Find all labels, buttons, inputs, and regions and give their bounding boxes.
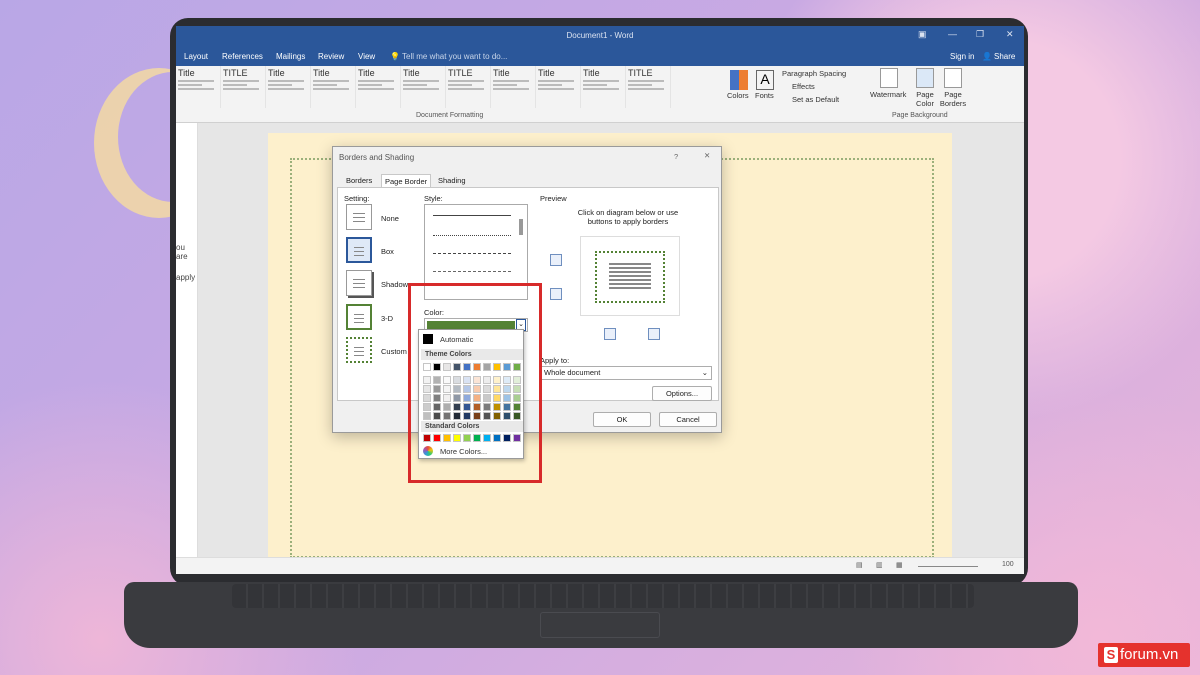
left-border-icon[interactable] [604, 328, 616, 340]
preview-diagram[interactable] [580, 236, 680, 316]
group-page-background: Page Background [892, 112, 948, 119]
help-icon[interactable]: ? [674, 152, 678, 161]
setting-3d[interactable]: 3-D [381, 314, 393, 323]
apply-to-select[interactable]: Whole document ⌄ [540, 366, 712, 380]
highlight-box [408, 283, 542, 483]
minimize-icon[interactable]: — [948, 29, 957, 39]
style-label: Style: [424, 194, 443, 203]
lightbulb-icon: 💡 [390, 52, 400, 61]
setting-none-thumb[interactable] [346, 204, 372, 230]
preview-label: Preview [540, 194, 567, 203]
dialog-title: Borders and Shading [339, 153, 415, 162]
preview-hint: Click on diagram below or use buttons to… [577, 208, 679, 226]
fonts-icon[interactable]: A [756, 70, 774, 90]
setting-custom-thumb[interactable] [346, 337, 372, 363]
style-item[interactable]: Title [536, 66, 581, 108]
style-item[interactable]: Title [311, 66, 356, 108]
colors-button[interactable]: Colors [727, 91, 749, 100]
top-border-icon[interactable] [550, 254, 562, 266]
apply-to-label: Apply to: [540, 356, 570, 365]
style-item[interactable]: TITLE [626, 66, 671, 108]
read-mode-icon[interactable]: ▤ [856, 561, 863, 569]
style-item[interactable]: Title [176, 66, 221, 108]
zoom-level: 100 [1002, 561, 1014, 568]
colors-icon[interactable] [730, 70, 748, 90]
style-item[interactable]: Title [266, 66, 311, 108]
paragraph-spacing-button[interactable]: Paragraph Spacing [782, 69, 846, 78]
dialog-close-icon[interactable]: ✕ [704, 151, 710, 160]
setting-custom[interactable]: Custom [381, 347, 407, 356]
page-color-button[interactable]: Page Color [910, 90, 940, 108]
setting-shadow-thumb[interactable] [346, 270, 372, 296]
style-scrollbar[interactable] [519, 219, 523, 235]
setting-label: Setting: [344, 194, 370, 203]
setting-3d-thumb[interactable] [346, 304, 372, 330]
close-icon[interactable]: ✕ [1006, 29, 1014, 40]
tab-page-border[interactable]: Page Border [381, 174, 432, 188]
window-title: Document1 - Word [566, 31, 634, 40]
keyboard [232, 584, 974, 608]
signin-link[interactable]: Sign in [950, 52, 974, 61]
ribbon-tabs: Layout References Mailings Review View 💡… [176, 48, 1024, 66]
right-border-icon[interactable] [648, 328, 660, 340]
touchpad [540, 612, 660, 638]
user-icon: 👤 [982, 52, 992, 61]
tab-layout[interactable]: Layout [184, 52, 208, 61]
style-item[interactable]: Title [401, 66, 446, 108]
page-borders-icon[interactable] [944, 68, 962, 88]
tab-mailings[interactable]: Mailings [276, 52, 305, 61]
restore-icon[interactable]: ❐ [976, 29, 984, 40]
tab-view[interactable]: View [358, 52, 375, 61]
cancel-button[interactable]: Cancel [659, 412, 717, 427]
tab-review[interactable]: Review [318, 52, 344, 61]
fonts-button[interactable]: Fonts [755, 91, 774, 100]
style-item[interactable]: Title [356, 66, 401, 108]
style-item[interactable]: TITLE [446, 66, 491, 108]
ribbon-options-icon[interactable]: ▣ [918, 29, 927, 40]
share-button[interactable]: Share [994, 52, 1015, 61]
options-button[interactable]: Options... [652, 386, 712, 401]
bottom-border-icon[interactable] [550, 288, 562, 300]
page-color-icon[interactable] [916, 68, 934, 88]
style-item[interactable]: Title [581, 66, 626, 108]
page-borders-button[interactable]: Page Borders [938, 90, 968, 108]
tell-me-box[interactable]: Tell me what you want to do... [402, 52, 507, 61]
title-bar: Document1 - Word ▣ — ❐ ✕ [176, 26, 1024, 48]
status-bar: ▤ ▥ ▦ 100 [176, 557, 1024, 574]
group-doc-formatting: Document Formatting [416, 112, 484, 119]
tab-borders[interactable]: Borders [343, 174, 375, 188]
style-item[interactable]: TITLE [221, 66, 266, 108]
style-item[interactable]: Title [491, 66, 536, 108]
ribbon: Title TITLE Title Title Title Title TITL… [176, 66, 1024, 123]
watermark-icon[interactable] [880, 68, 898, 88]
ok-button[interactable]: OK [593, 412, 651, 427]
effects-button[interactable]: Effects [792, 82, 815, 91]
tab-shading[interactable]: Shading [435, 174, 469, 188]
watermark-button[interactable]: Watermark [870, 90, 906, 99]
navigation-pane: ou are apply [176, 123, 198, 563]
set-default-button[interactable]: Set as Default [792, 95, 839, 104]
web-layout-icon[interactable]: ▦ [896, 561, 903, 569]
setting-box-thumb[interactable] [346, 237, 372, 263]
sforum-logo: Sforum.vn [1098, 643, 1190, 667]
print-layout-icon[interactable]: ▥ [876, 561, 883, 569]
style-gallery: Title TITLE Title Title Title Title TITL… [176, 66, 716, 108]
setting-shadow[interactable]: Shadow [381, 280, 408, 289]
chevron-down-icon: ⌄ [701, 368, 708, 377]
zoom-slider[interactable] [918, 566, 978, 567]
tab-references[interactable]: References [222, 52, 263, 61]
setting-box[interactable]: Box [381, 247, 394, 256]
setting-none[interactable]: None [381, 214, 399, 223]
